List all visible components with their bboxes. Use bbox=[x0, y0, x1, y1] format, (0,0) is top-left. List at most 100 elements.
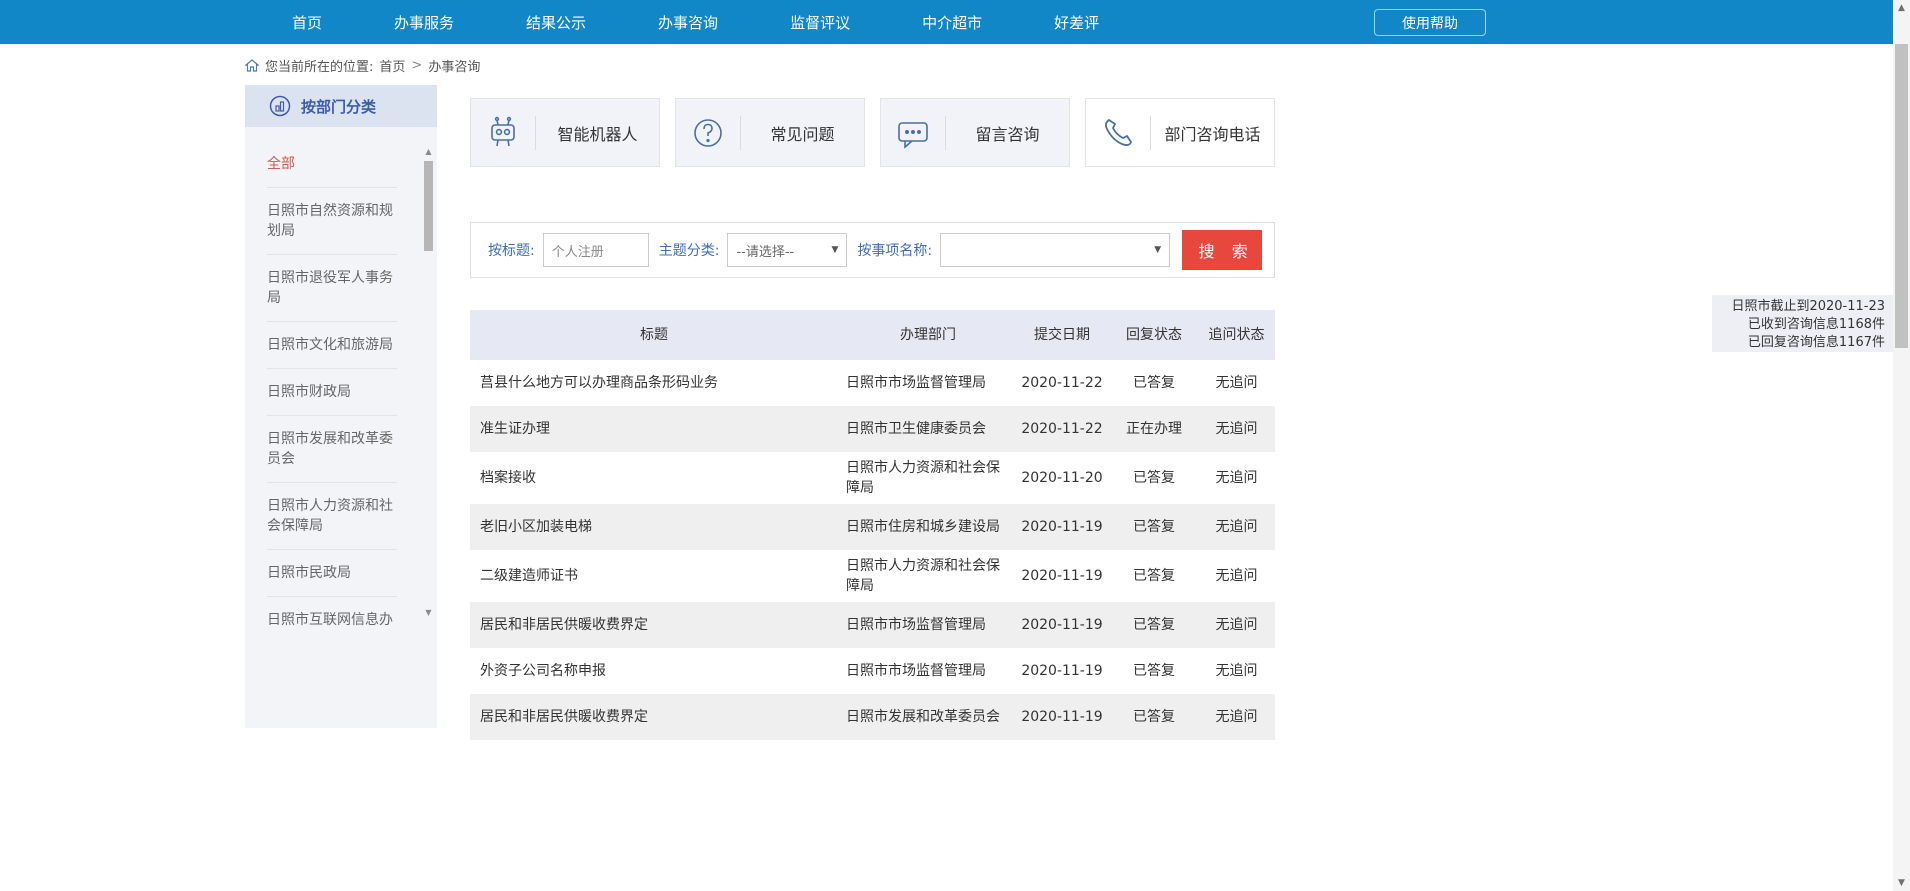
header-date: 提交日期 bbox=[1014, 310, 1110, 360]
table-row[interactable]: 居民和非居民供暖收费界定日照市发展和改革委员会2020-11-19已答复无追问 bbox=[470, 694, 1275, 740]
card-leave-message[interactable]: 留言咨询 bbox=[880, 98, 1070, 167]
row-department: 日照市人力资源和社会保障局 bbox=[842, 550, 1014, 602]
help-button[interactable]: 使用帮助 bbox=[1374, 9, 1486, 36]
table-row[interactable]: 档案接收日照市人力资源和社会保障局2020-11-20已答复无追问 bbox=[470, 452, 1275, 504]
sidebar-item-civil-affairs[interactable]: 日照市民政局 bbox=[267, 550, 397, 597]
row-reply-status: 已答复 bbox=[1110, 602, 1198, 648]
card-label: 留言咨询 bbox=[946, 121, 1069, 145]
card-label: 常见问题 bbox=[741, 121, 864, 145]
chevron-down-icon: ▼ bbox=[832, 245, 839, 255]
sidebar-item-culture-tourism[interactable]: 日照市文化和旅游局 bbox=[267, 322, 397, 369]
home-icon bbox=[245, 59, 259, 72]
table-row[interactable]: 外资子公司名称申报日照市市场监督管理局2020-11-19已答复无追问 bbox=[470, 648, 1275, 694]
category-select-value: --请选择-- bbox=[736, 241, 794, 260]
nav-item-home[interactable]: 首页 bbox=[256, 0, 358, 44]
row-followup-status: 无追问 bbox=[1198, 648, 1275, 694]
row-title[interactable]: 准生证办理 bbox=[470, 406, 842, 452]
stats-line-replied: 已回复咨询信息1167件 bbox=[1718, 334, 1885, 352]
row-reply-status: 已答复 bbox=[1110, 648, 1198, 694]
row-date: 2020-11-19 bbox=[1014, 602, 1110, 648]
nav-item-agency-market[interactable]: 中介超市 bbox=[886, 0, 1018, 44]
header-department: 办理部门 bbox=[842, 310, 1014, 360]
row-followup-status: 无追问 bbox=[1198, 504, 1275, 550]
row-title[interactable]: 居民和非居民供暖收费界定 bbox=[470, 602, 842, 648]
header-followup-status: 追问状态 bbox=[1198, 310, 1275, 360]
department-list: 全部 日照市自然资源和规划局 日照市退役军人事务局 日照市文化和旅游局 日照市财… bbox=[245, 127, 437, 643]
search-panel: 按标题: 主题分类: --请选择-- ▼ 按事项名称: ▼ 搜 索 bbox=[470, 222, 1275, 278]
card-smart-robot[interactable]: 智能机器人 bbox=[470, 98, 660, 167]
category-icon bbox=[269, 95, 291, 117]
question-icon bbox=[676, 115, 740, 151]
row-date: 2020-11-19 bbox=[1014, 694, 1110, 740]
page-scrollbar: ▲ ▼ bbox=[1893, 0, 1910, 891]
sidebar-scroll-up-icon[interactable]: ▲ bbox=[423, 145, 434, 159]
row-department: 日照市市场监督管理局 bbox=[842, 360, 1014, 406]
row-title[interactable]: 老旧小区加装电梯 bbox=[470, 504, 842, 550]
row-title[interactable]: 档案接收 bbox=[470, 452, 842, 504]
sidebar-item-finance[interactable]: 日照市财政局 bbox=[267, 369, 397, 416]
consultation-table: 标题 办理部门 提交日期 回复状态 追问状态 莒县什么地方可以办理商品条形码业务… bbox=[470, 310, 1275, 740]
sidebar-item-internet-info[interactable]: 日照市互联网信息办 bbox=[267, 597, 397, 643]
nav-item-supervision[interactable]: 监督评议 bbox=[754, 0, 886, 44]
row-title[interactable]: 居民和非居民供暖收费界定 bbox=[470, 694, 842, 740]
row-date: 2020-11-22 bbox=[1014, 406, 1110, 452]
stats-line-deadline: 日照市截止到2020-11-23 bbox=[1718, 298, 1885, 316]
search-button[interactable]: 搜 索 bbox=[1182, 230, 1262, 270]
page-scroll-up-icon[interactable]: ▲ bbox=[1893, 0, 1910, 16]
row-followup-status: 无追问 bbox=[1198, 360, 1275, 406]
page-scroll-down-icon[interactable]: ▼ bbox=[1893, 875, 1910, 891]
row-department: 日照市市场监督管理局 bbox=[842, 602, 1014, 648]
sidebar-item-human-resources[interactable]: 日照市人力资源和社会保障局 bbox=[267, 483, 397, 550]
nav-item-rating[interactable]: 好差评 bbox=[1018, 0, 1135, 44]
card-faq[interactable]: 常见问题 bbox=[675, 98, 865, 167]
category-filter-label: 主题分类: bbox=[659, 240, 720, 260]
item-name-select[interactable]: ▼ bbox=[940, 233, 1170, 267]
sidebar-item-veterans[interactable]: 日照市退役军人事务局 bbox=[267, 255, 397, 322]
row-date: 2020-11-19 bbox=[1014, 504, 1110, 550]
category-select[interactable]: --请选择-- ▼ bbox=[727, 233, 847, 267]
card-label: 部门咨询电话 bbox=[1151, 121, 1274, 145]
nav-menu: 首页 办事服务 结果公示 办事咨询 监督评议 中介超市 好差评 bbox=[256, 0, 1135, 44]
table-row[interactable]: 二级建造师证书日照市人力资源和社会保障局2020-11-19已答复无追问 bbox=[470, 550, 1275, 602]
department-sidebar: 按部门分类 全部 日照市自然资源和规划局 日照市退役军人事务局 日照市文化和旅游… bbox=[245, 85, 437, 728]
row-followup-status: 无追问 bbox=[1198, 602, 1275, 648]
table-row[interactable]: 莒县什么地方可以办理商品条形码业务日照市市场监督管理局2020-11-22已答复… bbox=[470, 360, 1275, 406]
table-header-row: 标题 办理部门 提交日期 回复状态 追问状态 bbox=[470, 310, 1275, 360]
page-scrollbar-thumb[interactable] bbox=[1895, 44, 1908, 348]
breadcrumb-home-link[interactable]: 首页 bbox=[379, 56, 405, 75]
card-phone-consult[interactable]: 部门咨询电话 bbox=[1085, 98, 1275, 167]
table-row[interactable]: 老旧小区加装电梯日照市住房和城乡建设局2020-11-19已答复无追问 bbox=[470, 504, 1275, 550]
top-navigation-bar: 首页 办事服务 结果公示 办事咨询 监督评议 中介超市 好差评 使用帮助 bbox=[0, 0, 1910, 44]
message-icon bbox=[881, 115, 945, 151]
sidebar-scroll-down-icon[interactable]: ▼ bbox=[423, 606, 434, 620]
table-row[interactable]: 居民和非居民供暖收费界定日照市市场监督管理局2020-11-19已答复无追问 bbox=[470, 602, 1275, 648]
row-title[interactable]: 二级建造师证书 bbox=[470, 550, 842, 602]
sidebar-item-all[interactable]: 全部 bbox=[267, 141, 397, 188]
row-date: 2020-11-19 bbox=[1014, 648, 1110, 694]
card-label: 智能机器人 bbox=[536, 121, 659, 145]
breadcrumb-separator: > bbox=[411, 58, 422, 73]
chevron-down-icon: ▼ bbox=[1154, 245, 1161, 255]
row-reply-status: 已答复 bbox=[1110, 360, 1198, 406]
title-search-input[interactable] bbox=[543, 233, 649, 267]
stats-tooltip: 日照市截止到2020-11-23 已收到咨询信息1168件 已回复咨询信息116… bbox=[1712, 295, 1893, 352]
stats-line-received: 已收到咨询信息1168件 bbox=[1718, 316, 1885, 334]
sidebar-item-natural-resources[interactable]: 日照市自然资源和规划局 bbox=[267, 188, 397, 255]
row-date: 2020-11-20 bbox=[1014, 452, 1110, 504]
row-department: 日照市市场监督管理局 bbox=[842, 648, 1014, 694]
nav-item-consultation[interactable]: 办事咨询 bbox=[622, 0, 754, 44]
row-department: 日照市卫生健康委员会 bbox=[842, 406, 1014, 452]
breadcrumb: 您当前所在的位置: 首页 > 办事咨询 bbox=[245, 52, 480, 78]
sidebar-scrollbar-thumb[interactable] bbox=[424, 161, 433, 251]
nav-item-results[interactable]: 结果公示 bbox=[490, 0, 622, 44]
row-reply-status: 已答复 bbox=[1110, 694, 1198, 740]
row-reply-status: 已答复 bbox=[1110, 550, 1198, 602]
nav-item-services[interactable]: 办事服务 bbox=[358, 0, 490, 44]
sidebar-item-development-reform[interactable]: 日照市发展和改革委员会 bbox=[267, 416, 397, 483]
header-title: 标题 bbox=[470, 310, 842, 360]
row-reply-status: 已答复 bbox=[1110, 504, 1198, 550]
row-title[interactable]: 莒县什么地方可以办理商品条形码业务 bbox=[470, 360, 842, 406]
row-title[interactable]: 外资子公司名称申报 bbox=[470, 648, 842, 694]
table-row[interactable]: 准生证办理日照市卫生健康委员会2020-11-22正在办理无追问 bbox=[470, 406, 1275, 452]
row-followup-status: 无追问 bbox=[1198, 406, 1275, 452]
